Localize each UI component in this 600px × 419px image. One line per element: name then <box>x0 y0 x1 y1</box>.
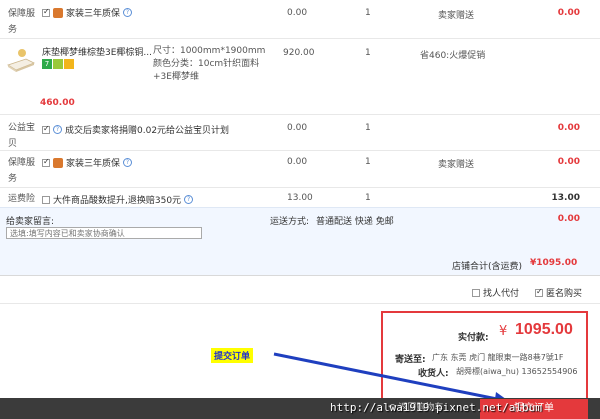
promotion: 省460:火爆促销 <box>420 51 486 61</box>
anonymous-checkbox[interactable] <box>535 287 543 297</box>
delivery-method: 卖家赠送 <box>438 160 475 170</box>
pay-for-others-label: 找人代付 <box>483 289 520 299</box>
price: 0.00 <box>287 157 308 167</box>
help-icon[interactable]: ? <box>123 158 133 167</box>
quantity: 1 <box>365 123 371 133</box>
pay-for-others-option[interactable]: 找人代付 <box>472 286 519 299</box>
product-specs: 尺寸：1000mm*1900mm 颜色分类：10cm针织面料 +3E椰梦维 <box>153 45 265 84</box>
delivery-method: 卖家赠送 <box>438 11 475 21</box>
actual-pay-label: 实付款: <box>458 333 489 343</box>
product-thumbnail[interactable] <box>6 45 36 75</box>
shipping-amount: 0.00 <box>557 214 580 224</box>
quantity: 1 <box>365 157 371 167</box>
shipping-label: 运送方式: <box>270 217 310 227</box>
price: 13.00 <box>287 193 313 203</box>
store-total-value: ¥1095.00 <box>530 258 578 268</box>
watermark: http://alwa1919.pixnet.net/album <box>330 401 542 414</box>
shop-icon <box>53 157 63 168</box>
charity-checkbox[interactable] <box>42 124 50 134</box>
service-checkbox[interactable] <box>42 157 50 167</box>
help-icon[interactable]: ? <box>123 8 133 17</box>
service-item: 家装三年质保 ? <box>42 6 133 19</box>
message-input[interactable] <box>6 227 202 239</box>
charity-item: ? 成交后卖家将捐赠0.02元给公益宝贝计划 <box>42 123 229 136</box>
price: 0.00 <box>287 8 308 18</box>
service-item: 家装三年质保 ? <box>42 156 133 169</box>
insurance-checkbox[interactable] <box>42 195 50 204</box>
anonymous-label: 匿名购买 <box>546 289 583 299</box>
shop-icon <box>53 7 63 18</box>
product-color: 颜色分类：10cm针织面料 <box>153 59 260 69</box>
charity-label: 成交后卖家将捐赠0.02元给公益宝贝计划 <box>65 126 230 136</box>
discount-price: 460.00 <box>40 98 75 108</box>
quantity: 1 <box>365 193 371 203</box>
store-total-label: 店铺合计(含运费) <box>452 262 523 272</box>
product-size: 尺寸：1000mm*1900mm <box>153 46 266 56</box>
subtotal: 13.00 <box>551 193 580 203</box>
anonymous-option[interactable]: 匿名购买 <box>535 286 582 299</box>
help-icon[interactable]: ? <box>184 195 194 204</box>
product-title[interactable]: 床垫椰梦维棕垫3E椰棕铜... <box>42 45 152 58</box>
row-label: 公益宝贝 <box>8 123 36 149</box>
pay-for-others-checkbox[interactable] <box>472 288 480 297</box>
currency-symbol: ¥ <box>499 324 508 339</box>
badge-7-icon: 7 <box>42 59 52 69</box>
row-label: 保障服务 <box>8 158 36 184</box>
badge-icon <box>64 59 74 69</box>
shipping-value: 普通配送 快递 免邮 <box>316 217 394 227</box>
insurance-item: 大件商品酸数提升,退换赔350元 ? <box>42 193 194 206</box>
quantity: 1 <box>365 48 371 58</box>
help-icon[interactable]: ? <box>53 125 62 134</box>
price: 0.00 <box>287 123 308 133</box>
product-badges: 7 <box>42 59 74 69</box>
annotation-label: 提交订单 <box>211 348 254 363</box>
row-label: 保障服务 <box>8 9 36 35</box>
subtotal: 0.00 <box>557 123 580 133</box>
actual-pay-amount: 1095.00 <box>515 321 573 338</box>
insurance-label: 大件商品酸数提升,退换赔350元 <box>53 196 182 206</box>
quantity: 1 <box>365 8 371 18</box>
message-label: 给卖家留言: <box>6 217 55 227</box>
service-label: 家装三年质保 <box>66 9 121 19</box>
subtotal: 0.00 <box>557 157 580 167</box>
service-checkbox[interactable] <box>42 7 50 17</box>
subtotal: 0.00 <box>557 8 580 18</box>
row-label: 运费险 <box>8 194 36 204</box>
service-label: 家装三年质保 <box>66 159 121 169</box>
price: 920.00 <box>283 48 315 58</box>
checkout-page: 保障服务 家装三年质保 ? 0.00 1 卖家赠送 0.00 床垫椰梦维棕垫3E… <box>0 0 600 419</box>
product-color-extra: +3E椰梦维 <box>153 72 199 82</box>
badge-icon <box>53 59 63 69</box>
